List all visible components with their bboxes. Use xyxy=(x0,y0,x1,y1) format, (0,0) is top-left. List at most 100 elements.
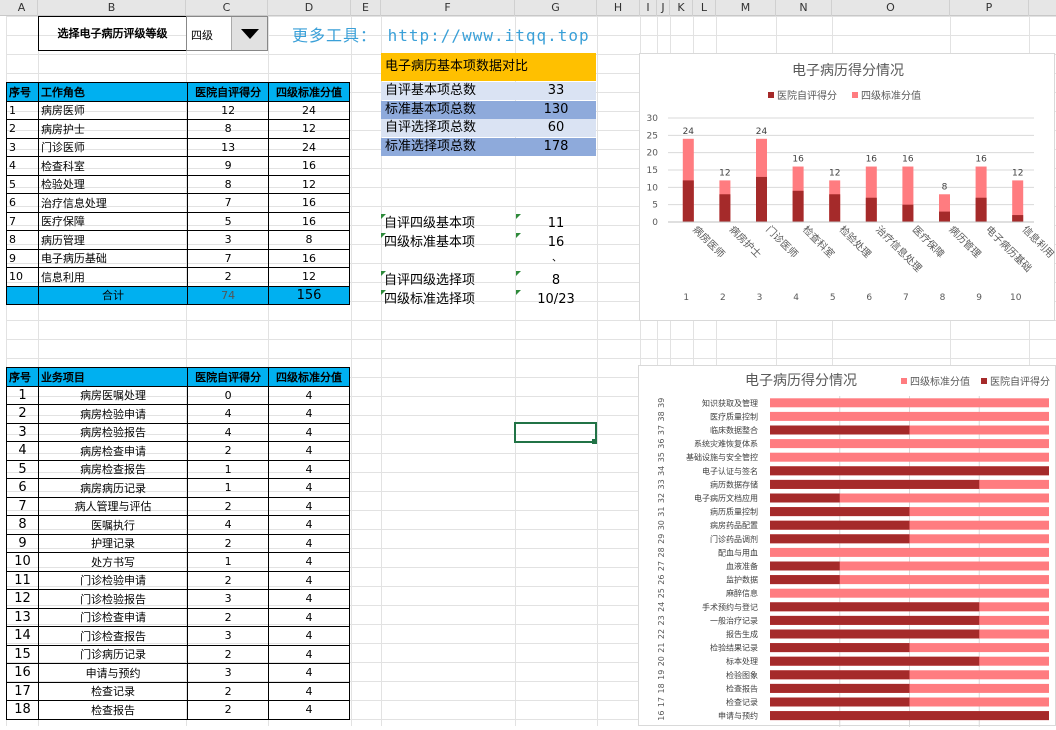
bar-self[interactable] xyxy=(902,204,914,222)
standard-score[interactable]: 4 xyxy=(268,663,350,683)
self-score[interactable]: 8 xyxy=(187,119,270,139)
bar-self[interactable] xyxy=(719,194,731,222)
self-score[interactable]: 3 xyxy=(187,626,270,646)
total-spacer[interactable] xyxy=(6,285,39,305)
bar-standard[interactable] xyxy=(770,411,1049,421)
bar-self[interactable] xyxy=(770,670,910,680)
standard-score[interactable]: 4 xyxy=(268,589,350,609)
row-number[interactable]: 11 xyxy=(6,570,39,590)
standard-score[interactable]: 4 xyxy=(268,607,350,627)
header-cell[interactable]: 工作角色 xyxy=(37,82,189,102)
header-cell[interactable]: 四级标准分值 xyxy=(268,82,350,102)
bar-self[interactable] xyxy=(829,194,841,222)
standard-score[interactable]: 4 xyxy=(268,552,350,572)
comparison-value[interactable]: 33 xyxy=(516,82,596,100)
promo-link[interactable]: 更多工具： http://www.itqq.top xyxy=(292,22,590,46)
standard-score[interactable]: 16 xyxy=(268,211,350,231)
self-score[interactable]: 7 xyxy=(187,193,270,213)
item-name[interactable]: 检查报告 xyxy=(37,700,189,720)
fill-handle[interactable] xyxy=(592,439,597,444)
item-name[interactable]: 检查记录 xyxy=(37,681,189,701)
column-header-b[interactable]: B xyxy=(38,0,186,16)
row-number[interactable]: 7 xyxy=(6,211,39,231)
column-header-m[interactable]: M xyxy=(716,0,776,16)
column-header-n[interactable]: N xyxy=(776,0,832,16)
row-number[interactable]: 13 xyxy=(6,607,39,627)
total-label[interactable]: 合计 xyxy=(37,285,189,305)
bar-self[interactable] xyxy=(770,493,840,503)
comparison-label[interactable]: 标准基本项总数 xyxy=(381,100,516,119)
self-score[interactable]: 4 xyxy=(187,422,270,442)
dropdown-button[interactable] xyxy=(231,17,267,50)
item-name[interactable]: 门诊检验申请 xyxy=(37,570,189,590)
bar-self[interactable] xyxy=(792,190,804,222)
item-name[interactable]: 护理记录 xyxy=(37,533,189,553)
role-name[interactable]: 信息利用 xyxy=(37,267,189,287)
self-score[interactable]: 2 xyxy=(187,681,270,701)
bar-self[interactable] xyxy=(770,643,910,653)
bar-self[interactable] xyxy=(770,561,840,571)
level-value[interactable]: 16 xyxy=(516,233,596,252)
header-cell[interactable]: 业务项目 xyxy=(37,367,189,387)
role-name[interactable]: 治疗信息处理 xyxy=(37,193,189,213)
row-number[interactable]: 4 xyxy=(6,441,39,461)
standard-score[interactable]: 4 xyxy=(268,496,350,516)
comparison-value[interactable]: 130 xyxy=(516,100,596,119)
item-name[interactable]: 病房病历记录 xyxy=(37,478,189,498)
row-number[interactable]: 10 xyxy=(6,552,39,572)
row-number[interactable]: 17 xyxy=(6,681,39,701)
column-header-e[interactable]: E xyxy=(351,0,381,16)
bar-self[interactable] xyxy=(770,425,910,435)
bar-self[interactable] xyxy=(770,575,840,585)
bar-self[interactable] xyxy=(770,656,980,666)
standard-score[interactable]: 4 xyxy=(268,644,350,664)
row-number[interactable]: 5 xyxy=(6,174,39,194)
row-number[interactable]: 3 xyxy=(6,137,39,157)
selected-cell[interactable] xyxy=(514,422,597,443)
bar-self[interactable] xyxy=(682,180,694,222)
row-number[interactable]: 6 xyxy=(6,193,39,213)
bar-self[interactable] xyxy=(770,629,980,639)
comparison-label[interactable]: 自评基本项总数 xyxy=(381,82,516,100)
self-score[interactable]: 2 xyxy=(187,441,270,461)
row-number[interactable]: 3 xyxy=(6,422,39,442)
column-header-o[interactable]: O xyxy=(832,0,950,16)
standard-score[interactable]: 8 xyxy=(268,230,350,250)
standard-score[interactable]: 4 xyxy=(268,422,350,442)
self-score[interactable]: 4 xyxy=(187,404,270,424)
item-name[interactable]: 门诊检验报告 xyxy=(37,589,189,609)
comparison-label[interactable]: 自评选择项总数 xyxy=(381,119,516,138)
level-label[interactable]: 自评四级基本项 xyxy=(381,214,516,233)
standard-score[interactable]: 12 xyxy=(268,267,350,287)
standard-score[interactable]: 12 xyxy=(268,174,350,194)
comparison-label[interactable]: 标准选择项总数 xyxy=(381,138,516,157)
row-number[interactable]: 6 xyxy=(6,478,39,498)
bar-standard[interactable] xyxy=(770,547,1049,557)
self-score[interactable]: 2 xyxy=(187,533,270,553)
bar-self[interactable] xyxy=(770,697,910,707)
self-score[interactable]: 1 xyxy=(187,459,270,479)
role-name[interactable]: 门诊医师 xyxy=(37,137,189,157)
column-header-i[interactable]: I xyxy=(640,0,657,16)
bar-self[interactable] xyxy=(770,711,1049,721)
standard-score[interactable]: 12 xyxy=(268,119,350,139)
header-cell[interactable]: 序号 xyxy=(6,367,39,387)
level-label[interactable]: 自评四级选择项 xyxy=(381,271,516,290)
column-header-a[interactable]: A xyxy=(6,0,38,16)
item-name[interactable]: 病房检查报告 xyxy=(37,459,189,479)
self-score[interactable]: 2 xyxy=(187,644,270,664)
level-value[interactable]: 10/23 xyxy=(516,290,596,309)
bar-self[interactable] xyxy=(975,197,987,222)
row-number[interactable]: 16 xyxy=(6,663,39,683)
self-score[interactable]: 2 xyxy=(187,607,270,627)
standard-score[interactable]: 24 xyxy=(268,100,350,120)
level-dropdown[interactable]: 四级 xyxy=(186,16,268,51)
row-number[interactable]: 15 xyxy=(6,644,39,664)
bar-standard[interactable] xyxy=(770,452,1049,462)
standard-score[interactable]: 4 xyxy=(268,570,350,590)
row-number[interactable]: 8 xyxy=(6,515,39,535)
standard-score[interactable]: 4 xyxy=(268,626,350,646)
role-name[interactable]: 病房护士 xyxy=(37,119,189,139)
row-number[interactable]: 8 xyxy=(6,230,39,250)
standard-score[interactable]: 24 xyxy=(268,137,350,157)
